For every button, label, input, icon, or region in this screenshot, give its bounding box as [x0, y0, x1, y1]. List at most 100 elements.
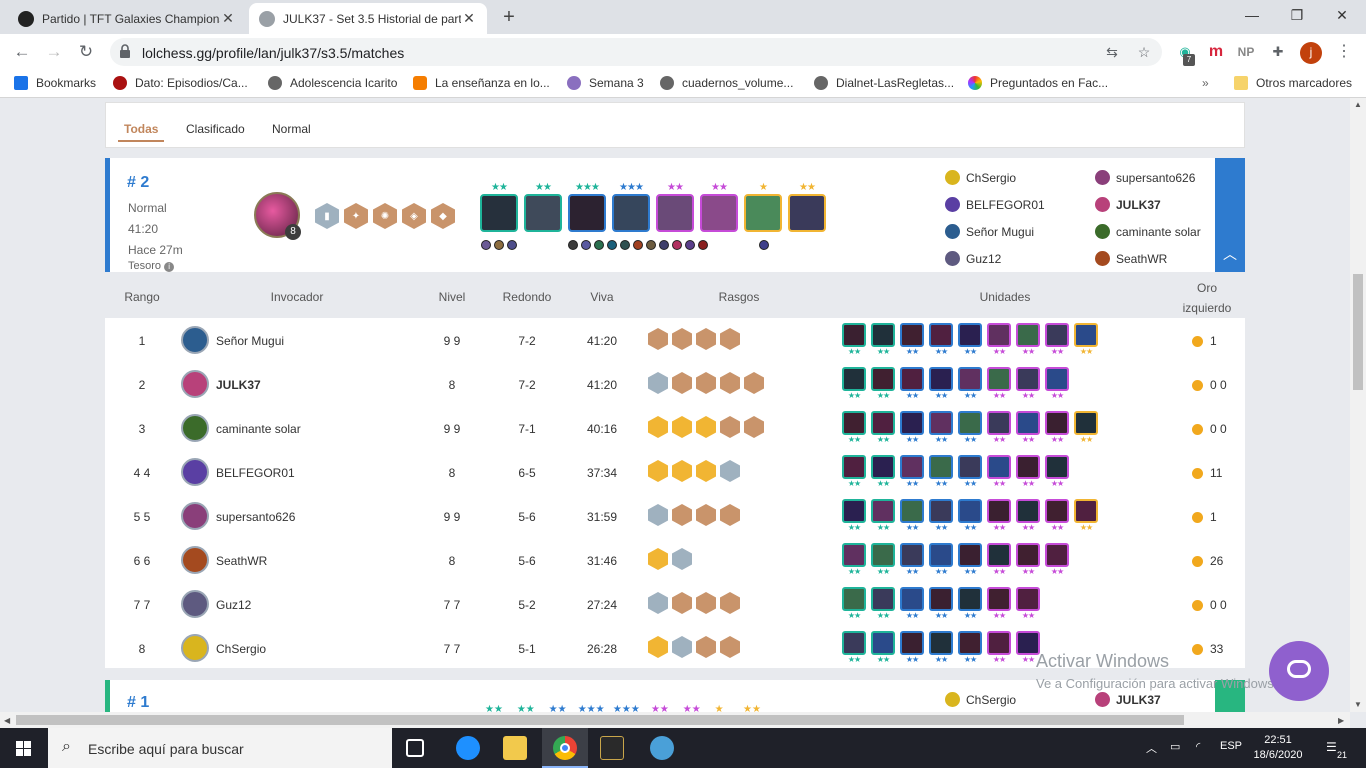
trait-icon[interactable] — [672, 548, 692, 570]
unit-champion[interactable]: ★★ — [929, 367, 953, 401]
trait-icon[interactable] — [720, 416, 740, 438]
item-icon[interactable] — [759, 240, 769, 250]
unit-champion[interactable]: ★★ — [1074, 411, 1098, 445]
np-extension-icon[interactable]: NP — [1236, 42, 1256, 62]
unit-champion[interactable]: ★★ — [1045, 543, 1069, 577]
trait-icon[interactable] — [648, 592, 668, 614]
trait-icon[interactable] — [648, 328, 668, 350]
bookmark-star-icon[interactable]: ☆ — [1134, 42, 1154, 62]
trait-icon[interactable] — [648, 636, 668, 658]
unit-champion[interactable]: ★★ — [987, 631, 1011, 665]
wifi-icon[interactable]: ◜ — [1196, 740, 1200, 753]
lobby-player-self[interactable]: JULK37 — [1095, 197, 1161, 212]
unit-champion[interactable]: ★★★ — [612, 182, 650, 232]
lobby-player[interactable]: Guz12 — [945, 251, 1001, 266]
table-row[interactable]: 3 caminante solar 9 9 7-1 40:16 ★★ ★★ ★★ ★★ ★★ ★★ ★… — [105, 406, 1245, 450]
unit-champion[interactable]: ★★ — [1016, 543, 1040, 577]
unit-champion[interactable]: ★★ — [900, 455, 924, 489]
unit-champion[interactable]: ★★ — [842, 543, 866, 577]
item-icon[interactable] — [672, 240, 682, 250]
unit-champion[interactable]: ★★ — [1016, 455, 1040, 489]
minimize-button[interactable]: — — [1232, 4, 1272, 28]
item-icon[interactable] — [607, 240, 617, 250]
horizontal-scrollbar[interactable]: ◀ ▶ — [0, 712, 1350, 728]
item-icon[interactable] — [494, 240, 504, 250]
unit-champion[interactable]: ★★ — [1016, 411, 1040, 445]
unit-champion[interactable]: ★★ — [871, 587, 895, 621]
unit-champion[interactable]: ★★ — [842, 499, 866, 533]
file-explorer-icon[interactable] — [503, 736, 527, 760]
bookmark-item[interactable]: Preguntados en Fac... — [968, 76, 1108, 90]
trait-icon[interactable] — [720, 592, 740, 614]
unit-champion[interactable]: ★★ — [987, 411, 1011, 445]
trait-icon[interactable] — [720, 636, 740, 658]
trait-icon[interactable]: ◆ — [431, 203, 455, 229]
unit-champion[interactable]: ★★ — [958, 499, 982, 533]
system-clock[interactable]: 22:51 18/6/2020 — [1248, 733, 1308, 763]
trait-icon[interactable] — [672, 504, 692, 526]
battery-icon[interactable]: ▭ — [1170, 740, 1180, 753]
item-icon[interactable] — [698, 240, 708, 250]
lobby-player[interactable]: caminante solar — [1095, 224, 1201, 239]
table-row[interactable]: 4 4 BELFEGOR01 8 6-5 37:34 ★★ ★★ ★★ ★★ ★★ ★★ ★★ ★★ 11 — [105, 450, 1245, 494]
trait-icon[interactable] — [720, 372, 740, 394]
unit-champion[interactable]: ★★ — [842, 323, 866, 357]
unit-champion[interactable]: ★★ — [1045, 455, 1069, 489]
forward-button[interactable]: → — [42, 40, 66, 64]
trait-icon[interactable] — [648, 504, 668, 526]
unit-champion[interactable]: ★★ — [871, 543, 895, 577]
trait-icon[interactable] — [672, 416, 692, 438]
chevron-up-icon[interactable]: ︿ — [1146, 740, 1157, 756]
unit-champion[interactable]: ★★ — [900, 499, 924, 533]
trait-icon[interactable] — [696, 372, 716, 394]
back-button[interactable]: ← — [10, 40, 34, 64]
task-view-icon[interactable] — [406, 739, 424, 757]
unit-champion[interactable]: ★★ — [987, 499, 1011, 533]
item-icon[interactable] — [633, 240, 643, 250]
unit-champion[interactable]: ★★ — [958, 631, 982, 665]
paint-icon[interactable] — [650, 736, 674, 760]
maximize-button[interactable]: ❐ — [1277, 4, 1317, 28]
unit-champion[interactable]: ★★★ — [568, 182, 606, 232]
filter-todas[interactable]: Todas — [124, 122, 158, 136]
trait-icon[interactable] — [696, 460, 716, 482]
trait-icon[interactable] — [720, 328, 740, 350]
puzzle-extensions-icon[interactable]: ✚ — [1268, 42, 1288, 62]
lobby-player[interactable]: SeathWR — [1095, 251, 1167, 266]
trait-icon[interactable]: ◈ — [402, 203, 426, 229]
scrollbar-thumb[interactable] — [16, 715, 1184, 725]
cell-summoner[interactable]: Guz12 — [216, 598, 251, 612]
league-client-icon[interactable] — [600, 736, 624, 760]
scroll-down-icon[interactable]: ▼ — [1354, 700, 1362, 709]
unit-champion[interactable]: ★★ — [842, 367, 866, 401]
lobby-player[interactable]: ChSergio — [945, 170, 1016, 185]
item-icon[interactable] — [568, 240, 578, 250]
trait-icon[interactable] — [672, 592, 692, 614]
unit-champion[interactable]: ★★ — [958, 455, 982, 489]
bookmark-item[interactable]: Adolescencia Icarito — [268, 76, 397, 90]
new-tab-button[interactable]: + — [496, 6, 522, 30]
unit-champion[interactable]: ★★ — [871, 499, 895, 533]
scroll-left-icon[interactable]: ◀ — [4, 716, 10, 725]
close-window-button[interactable]: ✕ — [1322, 4, 1362, 28]
table-row[interactable]: 7 7 Guz12 7 7 5-2 27:24 ★★ ★★ ★★ ★★ ★★ ★★ ★★ 0 0 — [105, 582, 1245, 626]
unit-champion[interactable]: ★★ — [871, 631, 895, 665]
unit-champion[interactable]: ★★ — [700, 182, 738, 232]
unit-champion[interactable]: ★★ — [842, 411, 866, 445]
unit-champion[interactable]: ★★ — [900, 631, 924, 665]
table-row[interactable]: 1 Señor Mugui 9 9 7-2 41:20 ★★ ★★ ★★ ★★ ★★ ★★ ★★ ★★ ★… — [105, 318, 1245, 362]
trait-icon[interactable]: ✺ — [373, 203, 397, 229]
unit-champion[interactable]: ★★ — [1045, 367, 1069, 401]
trait-icon[interactable]: ▮ — [315, 203, 339, 229]
trait-icon[interactable] — [696, 328, 716, 350]
unit-champion[interactable]: ★★ — [900, 543, 924, 577]
trait-icon[interactable] — [648, 548, 668, 570]
trait-icon[interactable] — [672, 636, 692, 658]
unit-champion[interactable]: ★★ — [1016, 367, 1040, 401]
trait-icon[interactable] — [648, 460, 668, 482]
scroll-up-icon[interactable]: ▲ — [1354, 100, 1362, 109]
scrollbar-thumb[interactable] — [1353, 274, 1363, 390]
unit-champion[interactable]: ★★ — [987, 455, 1011, 489]
unit-champion[interactable]: ★★ — [1016, 499, 1040, 533]
unit-champion[interactable]: ★★ — [987, 367, 1011, 401]
